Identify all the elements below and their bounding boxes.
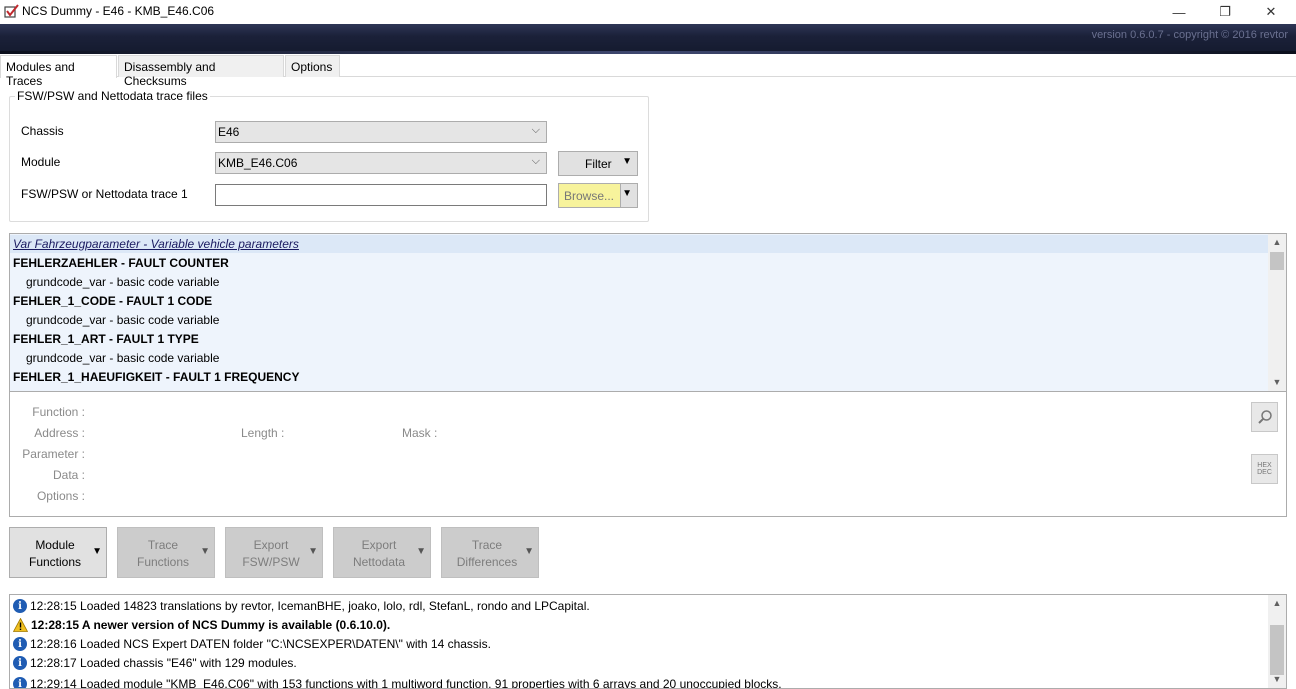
browse-label: Browse...: [559, 184, 620, 207]
info-icon: i: [13, 656, 27, 670]
chassis-select[interactable]: E46 ⌵: [215, 121, 547, 143]
list-item-child[interactable]: grundcode_var - basic code variable: [26, 275, 219, 289]
list-item[interactable]: FEHLER_1_CODE - FAULT 1 CODE: [13, 294, 212, 308]
parameter-field-label: Parameter :: [22, 447, 85, 461]
trace-label: FSW/PSW or Nettodata trace 1: [21, 187, 188, 201]
maximize-button[interactable]: ❐: [1202, 0, 1248, 24]
functions-list[interactable]: Var Fahrzeugparameter - Variable vehicle…: [9, 233, 1287, 392]
scroll-up-icon[interactable]: ▲: [1268, 595, 1286, 612]
mask-field-label: Mask :: [402, 426, 438, 440]
trace-files-legend: FSW/PSW and Nettodata trace files: [15, 89, 210, 103]
dropdown-arrow-icon: ▼: [416, 546, 426, 557]
chevron-down-icon: ⌵: [531, 155, 540, 167]
hex-dec-toggle-button[interactable]: HEX DEC: [1251, 454, 1278, 484]
info-icon: i: [13, 599, 27, 613]
log-text: 12:28:15 A newer version of NCS Dummy is…: [31, 618, 391, 632]
window-title: NCS Dummy - E46 - KMB_E46.C06: [22, 4, 215, 18]
button-line1: Export: [253, 538, 289, 552]
button-line1: Export: [361, 538, 397, 552]
module-functions-button[interactable]: Module Functions ▼: [9, 527, 107, 578]
module-value: KMB_E46.C06: [218, 156, 298, 170]
button-line2: FSW/PSW: [242, 555, 300, 569]
button-line1: Module: [35, 538, 75, 552]
search-button[interactable]: [1251, 402, 1278, 432]
module-select[interactable]: KMB_E46.C06 ⌵: [215, 152, 547, 174]
info-icon: i: [13, 637, 27, 651]
trace-file-input[interactable]: [215, 184, 547, 206]
function-details-panel: Function : Address : Length : Mask : Par…: [9, 392, 1287, 517]
dropdown-arrow-icon: ▼: [622, 156, 632, 167]
title-bar: NCS Dummy - E46 - KMB_E46.C06 — ❐ ✕: [0, 0, 1296, 24]
list-item[interactable]: FEHLERZAEHLER - FAULT COUNTER: [13, 256, 229, 270]
tab-modules-and-traces[interactable]: Modules and Traces: [0, 55, 117, 88]
scroll-down-icon[interactable]: ▼: [1268, 374, 1286, 391]
chassis-label: Chassis: [21, 124, 64, 138]
info-icon: i: [13, 677, 27, 688]
log-entry: i 12:28:17 Loaded chassis "E46" with 129…: [13, 654, 297, 672]
button-line1: Trace: [147, 538, 179, 552]
address-field-label: Address :: [34, 426, 85, 440]
data-field-label: Data :: [52, 468, 85, 482]
tab-disassembly-and-checksums[interactable]: Disassembly and Checksums: [118, 55, 284, 88]
trace-differences-button[interactable]: Trace Differences ▼: [441, 527, 539, 578]
export-fsw-psw-button[interactable]: Export FSW/PSW ▼: [225, 527, 323, 578]
button-line2: Functions: [28, 555, 82, 569]
chassis-value: E46: [218, 125, 240, 139]
trace-functions-button[interactable]: Trace Functions ▼: [117, 527, 215, 578]
export-nettodata-button[interactable]: Export Nettodata ▼: [333, 527, 431, 578]
functions-list-content: Var Fahrzeugparameter - Variable vehicle…: [10, 234, 1268, 391]
list-item[interactable]: FEHLER_1_HAEUFIGKEIT - FAULT 1 FREQUENCY: [13, 370, 299, 384]
scroll-down-icon[interactable]: ▼: [1268, 671, 1286, 688]
length-field-label: Length :: [241, 426, 285, 440]
function-field-label: Function :: [32, 405, 85, 419]
warning-icon: [13, 618, 28, 632]
button-line2: Functions: [136, 555, 190, 569]
tab-options[interactable]: Options: [285, 55, 340, 77]
dec-text: DEC: [1257, 469, 1272, 476]
dropdown-arrow-icon: ▼: [524, 546, 534, 557]
log-text: 12:28:15 Loaded 14823 translations by re…: [30, 599, 590, 613]
button-line2: Nettodata: [352, 555, 406, 569]
filter-label: Filter: [585, 157, 612, 171]
split-divider: [620, 184, 621, 207]
dropdown-arrow-icon: ▼: [200, 546, 210, 557]
log-entry: i 12:28:15 Loaded 14823 translations by …: [13, 597, 590, 615]
functions-scrollbar[interactable]: ▲ ▼: [1268, 234, 1286, 391]
hex-dec-icon: HEX DEC: [1257, 462, 1272, 476]
app-checkbox-icon: [4, 4, 19, 18]
dropdown-arrow-icon[interactable]: ▼: [622, 188, 632, 199]
list-item[interactable]: FEHLER_1_ART - FAULT 1 TYPE: [13, 332, 199, 346]
options-field-label: Options :: [36, 489, 85, 503]
list-item-child[interactable]: grundcode_var - basic code variable: [26, 351, 219, 365]
version-text: version 0.6.0.7 - copyright © 2016 revto…: [1091, 29, 1288, 41]
dropdown-arrow-icon: ▼: [308, 546, 318, 557]
search-icon: [1257, 410, 1272, 424]
tab-strip: Modules and Traces Disassembly and Check…: [0, 55, 1296, 88]
scroll-thumb[interactable]: [1270, 252, 1284, 270]
log-text: 12:29:14 Loaded module "KMB_E46.C06" wit…: [30, 677, 782, 689]
list-item-child[interactable]: grundcode_var - basic code variable: [26, 313, 219, 327]
filter-button[interactable]: Filter ▼: [558, 151, 638, 176]
log-text: 12:28:17 Loaded chassis "E46" with 129 m…: [30, 656, 297, 670]
close-button[interactable]: ✕: [1248, 0, 1294, 24]
scroll-thumb[interactable]: [1270, 625, 1284, 675]
log-scrollbar[interactable]: ▲ ▼: [1268, 595, 1286, 688]
minimize-button[interactable]: —: [1156, 0, 1202, 24]
log-text: 12:28:16 Loaded NCS Expert DATEN folder …: [30, 637, 491, 651]
log-entry: i 12:29:14 Loaded module "KMB_E46.C06" w…: [13, 675, 782, 689]
hex-text: HEX: [1257, 462, 1272, 469]
chevron-down-icon: ⌵: [531, 124, 540, 136]
module-label: Module: [21, 155, 61, 169]
button-line2: Differences: [456, 555, 518, 569]
dropdown-arrow-icon: ▼: [92, 546, 102, 557]
browse-button[interactable]: Browse... ▼: [558, 183, 638, 208]
log-entry: 12:28:15 A newer version of NCS Dummy is…: [13, 616, 390, 634]
header-banner: version 0.6.0.7 - copyright © 2016 revto…: [0, 24, 1296, 54]
log-entry: i 12:28:16 Loaded NCS Expert DATEN folde…: [13, 635, 491, 653]
button-line1: Trace: [471, 538, 503, 552]
list-item-header[interactable]: Var Fahrzeugparameter - Variable vehicle…: [13, 237, 299, 251]
scroll-up-icon[interactable]: ▲: [1268, 234, 1286, 251]
log-panel[interactable]: i 12:28:15 Loaded 14823 translations by …: [9, 594, 1287, 689]
